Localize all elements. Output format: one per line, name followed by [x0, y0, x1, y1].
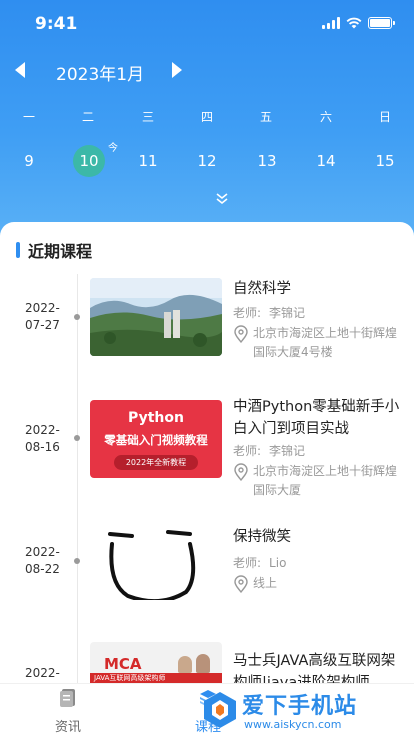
course-item[interactable]: 2022- 08-16 Python 零基础入门视频教程 2022年全新教程 中…: [0, 399, 414, 510]
location-pin-icon: [234, 325, 248, 343]
course-date-md: 08-16: [25, 440, 60, 454]
site-watermark: 爱下手机站 www.aiskycn.com: [198, 686, 408, 734]
course-panel: 近期课程 2022- 07-27 自然科学 老师: 李锦记 北京市海淀区上地十街…: [0, 222, 414, 736]
teacher-name: Lio: [269, 556, 287, 570]
weekday-label: 四: [200, 110, 213, 124]
calendar-header: 9:41 2023年1月 一 二 三 四 五 六 日 今 9 10 11 12 …: [0, 0, 414, 240]
course-thumbnail[interactable]: [90, 522, 222, 600]
location-text: 线上: [253, 576, 278, 590]
course-date-md: 08-22: [25, 562, 60, 576]
day-cell[interactable]: 15: [369, 145, 401, 177]
day-cell[interactable]: 9: [13, 145, 45, 177]
expand-calendar-icon[interactable]: [215, 192, 229, 206]
watermark-text: 爱下手机站: [242, 694, 358, 719]
teacher-label: 老师:: [233, 306, 262, 320]
teacher-label: 老师:: [233, 556, 262, 570]
course-title[interactable]: 保持微笑: [233, 526, 403, 548]
wifi-icon: [346, 17, 362, 29]
course-title[interactable]: 自然科学: [233, 278, 403, 300]
course-date-md: 07-27: [25, 318, 60, 332]
day-row: 9 10 11 12 13 14 15: [0, 145, 414, 177]
section-header: 近期课程: [16, 241, 93, 261]
next-month-button[interactable]: [172, 62, 182, 78]
thumb-subtitle-text: JAVA互联网高级架构师: [90, 673, 222, 683]
news-icon: [60, 689, 75, 707]
day-cell[interactable]: 12: [191, 145, 223, 177]
course-date: 2022- 08-22: [25, 544, 69, 578]
thumb-badge-text: 2022年全新教程: [114, 455, 198, 470]
prev-month-button[interactable]: [15, 62, 25, 78]
course-date-year: 2022-: [25, 666, 60, 680]
weekday-label: 日: [378, 110, 391, 124]
thumb-python-text: Python: [128, 410, 184, 426]
course-date: 2022- 07-27: [25, 300, 69, 334]
person-photo: [196, 654, 210, 673]
location-text: 北京市海淀区上地十街辉煌国际大厦4号楼: [253, 326, 398, 359]
teacher-name: 李锦记: [269, 306, 306, 320]
tab-label: 资讯: [54, 720, 81, 735]
course-title[interactable]: 中酒Python零基础新手小白入门到项目实战: [233, 396, 403, 440]
status-time: 9:41: [35, 14, 78, 34]
location-text: 北京市海淀区上地十街辉煌国际大厦: [253, 464, 398, 497]
teacher-label: 老师:: [233, 444, 262, 458]
location-pin-icon: [234, 575, 248, 593]
watermark-logo-icon: [204, 692, 236, 728]
weekday-label: 二: [81, 110, 94, 124]
smiley-face-image: [108, 530, 196, 600]
course-date-year: 2022-: [25, 423, 60, 437]
weekday-label: 三: [141, 110, 154, 124]
landscape-image: [90, 278, 222, 356]
day-cell-selected[interactable]: 10: [73, 145, 105, 177]
thumb-subtitle-text: 零基础入门视频教程: [104, 433, 208, 447]
watermark-url: www.aiskycn.com: [244, 718, 342, 731]
course-location: 北京市海淀区上地十街辉煌国际大厦4号楼: [233, 324, 408, 362]
course-teacher: 老师: Lio: [233, 554, 286, 571]
month-label: 2023年1月: [56, 65, 145, 85]
course-location: 北京市海淀区上地十街辉煌国际大厦: [233, 462, 408, 500]
course-date-year: 2022-: [25, 545, 60, 559]
day-cell[interactable]: 14: [310, 145, 342, 177]
teacher-name: 李锦记: [269, 444, 306, 458]
section-title: 近期课程: [28, 242, 93, 261]
course-teacher: 老师: 李锦记: [233, 442, 305, 459]
day-cell[interactable]: 13: [251, 145, 283, 177]
weekday-label: 六: [319, 110, 332, 124]
course-teacher: 老师: 李锦记: [233, 304, 305, 321]
course-item[interactable]: 2022- 08-22 保持微笑 老师: Lio 线上: [0, 522, 414, 632]
location-pin-icon: [234, 463, 248, 481]
timeline-dot: [74, 558, 80, 564]
thumb-mca-text: MCA: [104, 655, 142, 673]
course-thumbnail[interactable]: MCA JAVA互联网高级架构师: [90, 642, 222, 683]
weekday-label: 一: [22, 110, 35, 124]
weekday-label: 五: [259, 110, 272, 124]
course-thumbnail[interactable]: [90, 278, 222, 356]
person-photo: [178, 656, 192, 673]
month-switcher: 2023年1月: [0, 58, 260, 85]
course-location: 线上: [233, 574, 408, 593]
course-thumbnail[interactable]: Python 零基础入门视频教程 2022年全新教程: [90, 400, 222, 478]
course-date: 2022-: [25, 665, 69, 682]
tab-news[interactable]: 资讯: [28, 684, 108, 736]
course-item[interactable]: 2022- MCA JAVA互联网高级架构师 马士兵JAVA高级互联网架构师|j…: [0, 642, 414, 691]
timeline-dot: [74, 435, 80, 441]
battery-icon: [368, 17, 395, 29]
course-date: 2022- 08-16: [25, 422, 69, 456]
status-icons: [322, 17, 395, 29]
course-date-year: 2022-: [25, 301, 60, 315]
course-item[interactable]: 2022- 07-27 自然科学 老师: 李锦记 北京市海淀区上地十街辉煌国际大…: [0, 278, 414, 388]
cellular-signal-icon: [322, 17, 340, 29]
weekday-row: 一 二 三 四 五 六 日: [0, 108, 414, 124]
timeline-dot: [74, 314, 80, 320]
section-accent-bar: [16, 242, 20, 258]
day-cell[interactable]: 11: [132, 145, 164, 177]
